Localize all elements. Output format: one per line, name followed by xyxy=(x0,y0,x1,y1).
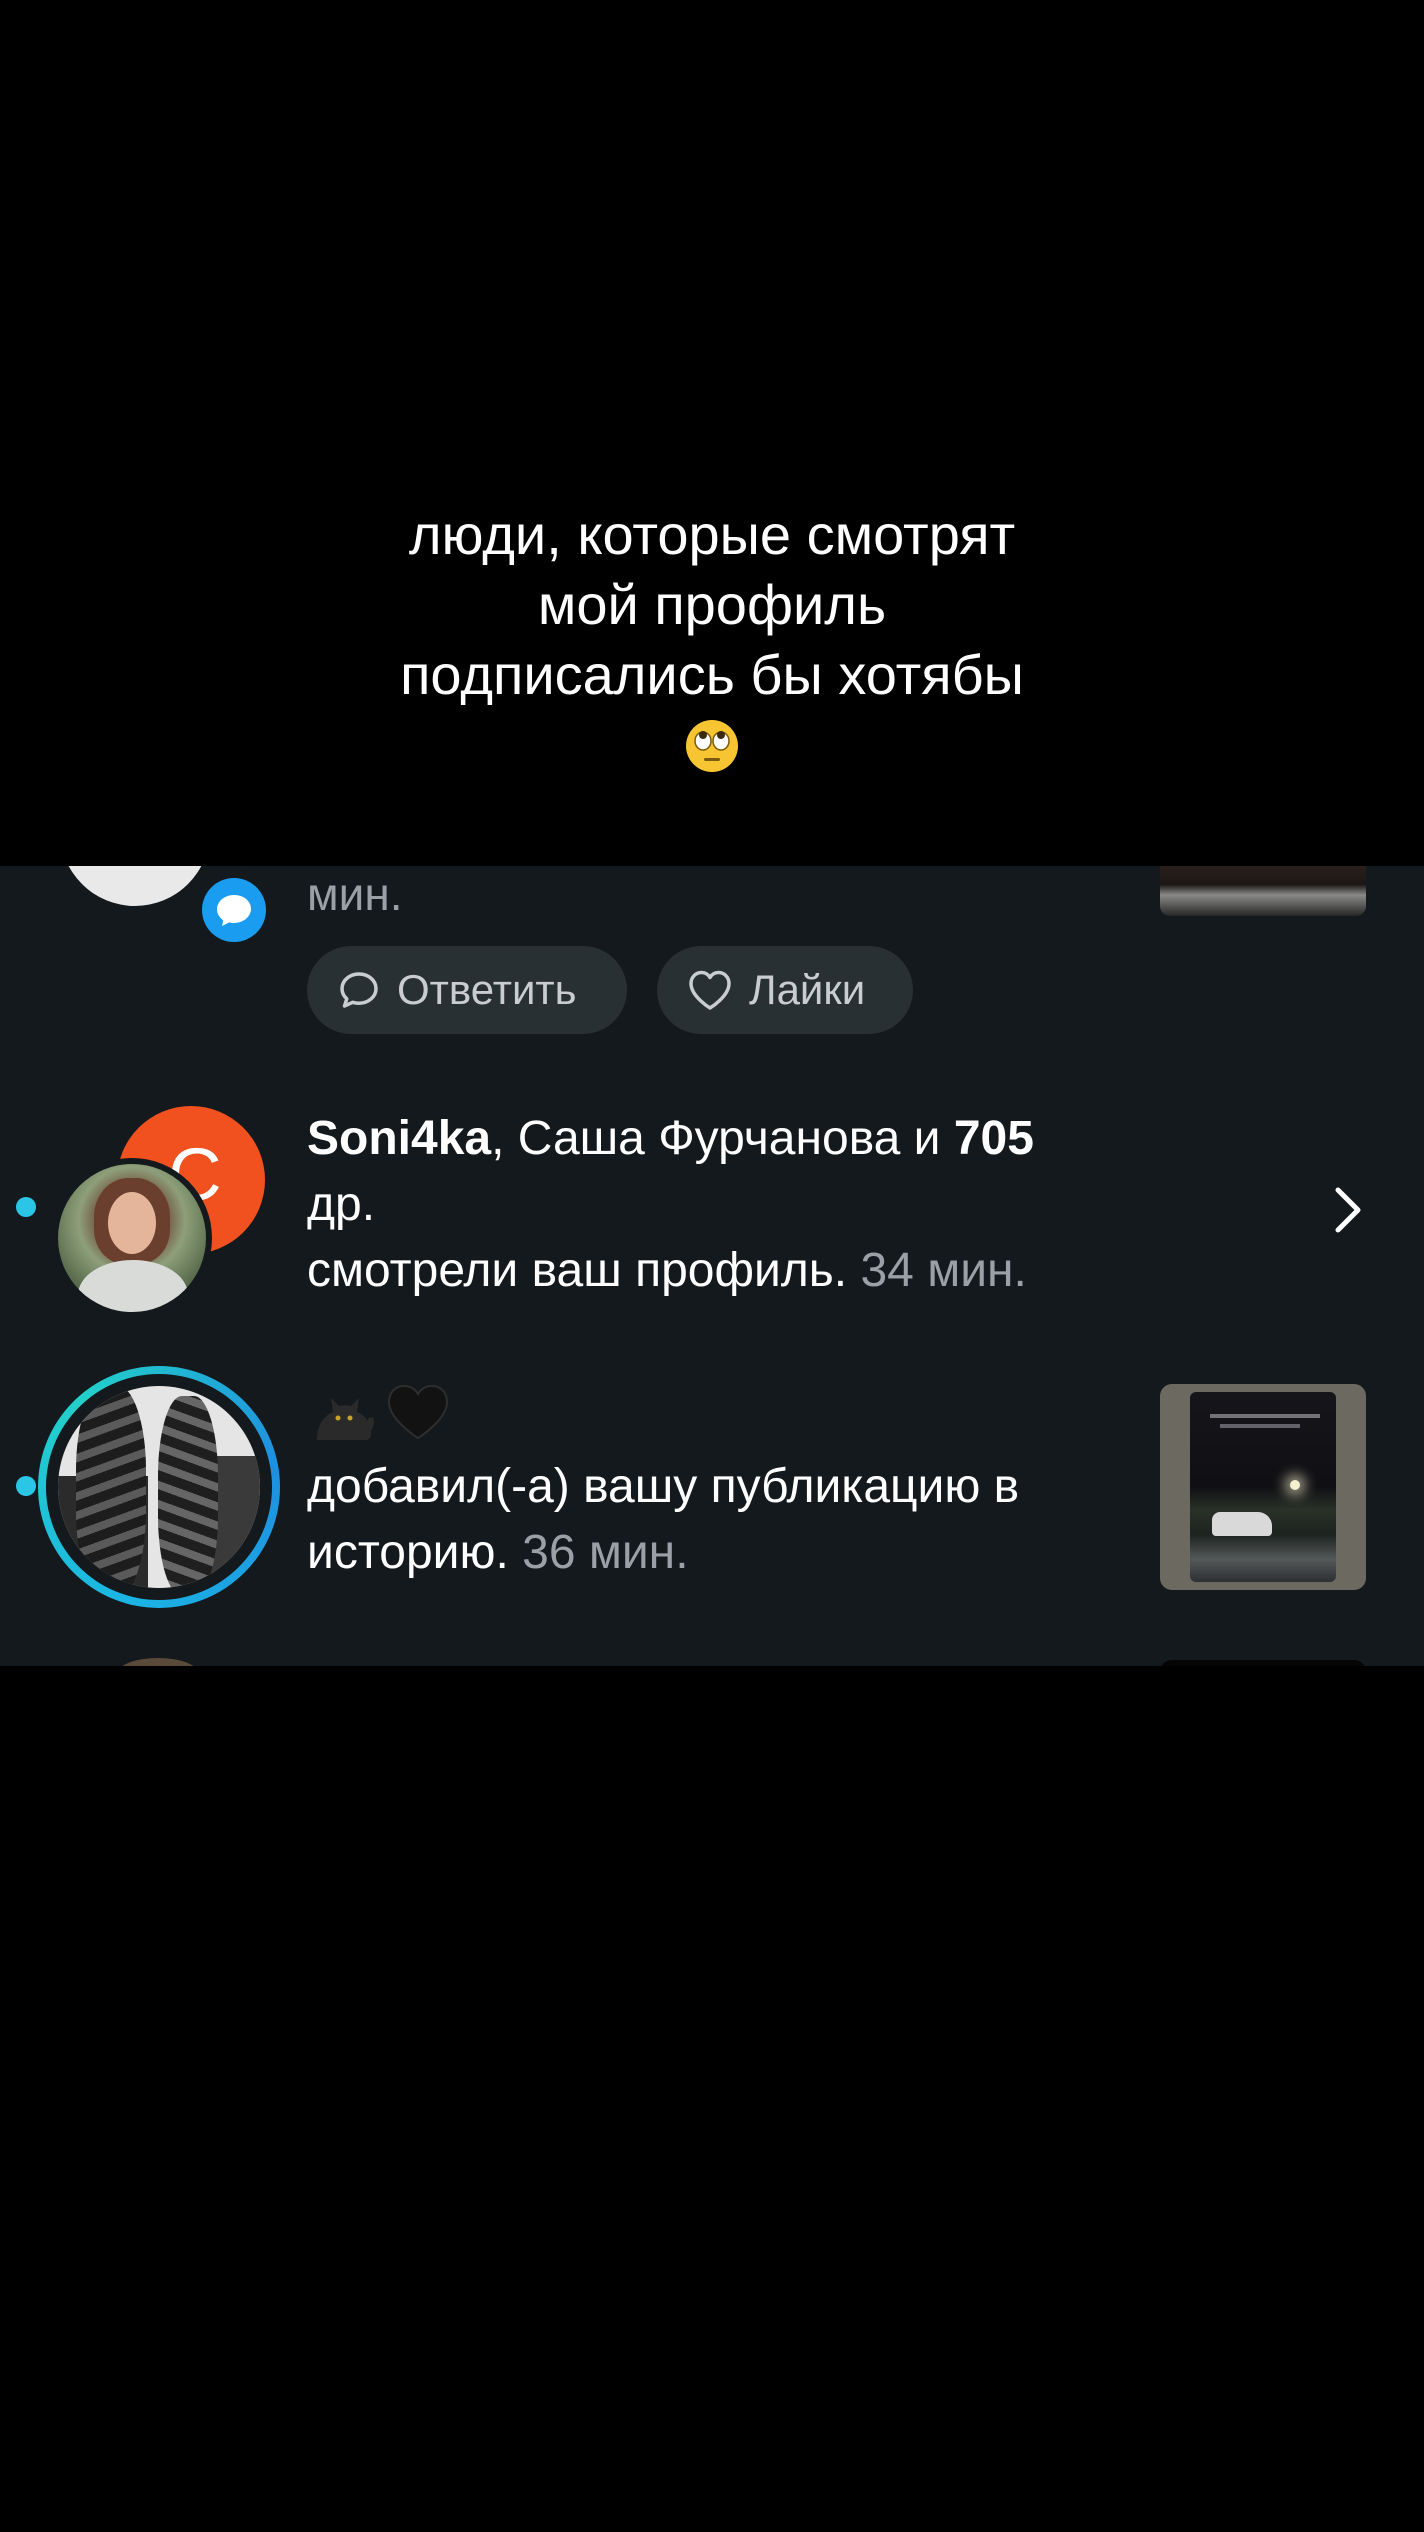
username[interactable]: Саша Фурчанова xyxy=(518,1112,901,1165)
post-thumbnail[interactable] xyxy=(1160,1660,1366,1666)
chevron-right-icon[interactable] xyxy=(1330,1184,1366,1241)
story-avatar[interactable] xyxy=(38,1366,280,1608)
post-thumbnail[interactable] xyxy=(1160,1384,1366,1590)
username[interactable]: Soni4ka xyxy=(307,1112,491,1165)
heart-outline-icon xyxy=(689,970,731,1010)
notification-time: 34 мин. xyxy=(860,1244,1027,1297)
notification-time: мин. xyxy=(307,868,403,920)
speech-bubble-icon xyxy=(217,895,251,926)
unread-indicator xyxy=(16,1476,36,1496)
face-with-rolling-eyes-icon xyxy=(684,718,740,774)
black-heart-icon xyxy=(387,1384,449,1440)
unread-indicator xyxy=(16,1197,36,1217)
avatar[interactable] xyxy=(118,1658,198,1666)
profile-views-notification[interactable]: Soni4ka, Саша Фурчанова и 705 др. смотре… xyxy=(307,1106,1187,1304)
caption-line-1: люди, которые смотрят xyxy=(408,503,1016,566)
story-share-notification[interactable]: добавил(-а) вашу публикацию в историю. 3… xyxy=(307,1454,1127,1586)
comment-icon xyxy=(340,972,378,1008)
reply-label: Ответить xyxy=(397,966,577,1013)
caption-line-2: мой профиль xyxy=(537,573,887,636)
avatar[interactable] xyxy=(52,1158,212,1318)
others-label: др. xyxy=(307,1178,376,1231)
avatar[interactable] xyxy=(60,866,210,906)
likes-label: Лайки xyxy=(749,966,866,1013)
reply-button[interactable]: Ответить xyxy=(307,946,627,1034)
username-emoji[interactable] xyxy=(307,1382,451,1448)
comment-badge xyxy=(194,870,274,950)
likes-button[interactable]: Лайки xyxy=(657,946,913,1034)
story-caption: люди, которые смотрят мой профиль подпис… xyxy=(0,500,1424,790)
post-thumbnail[interactable] xyxy=(1160,866,1366,916)
others-count: 705 xyxy=(953,1112,1034,1165)
caption-line-3: подписались бы хотябы xyxy=(400,643,1024,706)
notification-time: 36 мин. xyxy=(522,1526,689,1579)
notification-action: смотрели ваш профиль. xyxy=(307,1244,848,1297)
cat-icon xyxy=(317,1398,374,1440)
notifications-panel: мин. Ответить Лайки С Soni4ka, Саша Фурч… xyxy=(0,866,1424,1666)
